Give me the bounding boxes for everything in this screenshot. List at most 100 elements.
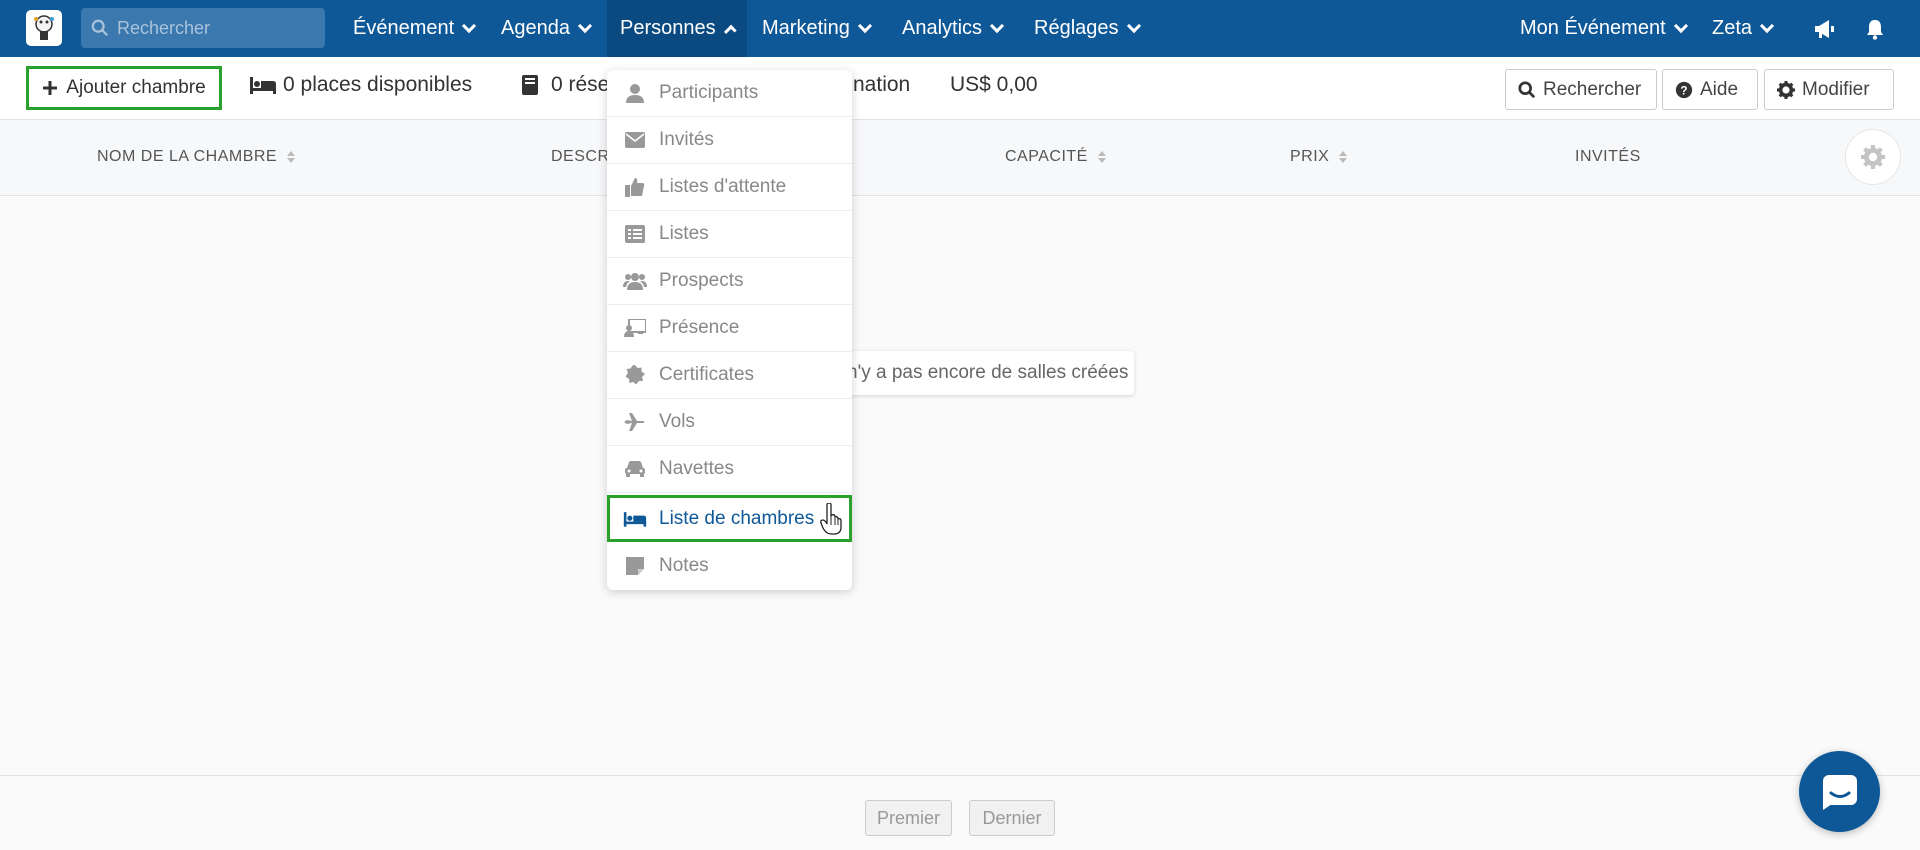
help-button-label: Aide xyxy=(1700,78,1739,100)
notifications-button[interactable] xyxy=(1852,0,1898,57)
chevron-down-icon xyxy=(577,18,593,34)
menu-item-listes-attente[interactable]: Listes d'attente xyxy=(607,164,852,211)
menu-item-label: Présence xyxy=(659,317,740,338)
chevron-down-icon xyxy=(857,18,872,34)
event-label: Mon Événement xyxy=(1520,17,1666,39)
megaphone-icon xyxy=(1815,19,1834,38)
menu-item-navettes[interactable]: Navettes xyxy=(607,446,852,493)
announcements-button[interactable] xyxy=(1800,0,1850,57)
app-logo[interactable] xyxy=(26,10,62,46)
menu-item-prospects[interactable]: Prospects xyxy=(607,258,852,305)
chat-launcher-button[interactable] xyxy=(1799,751,1880,832)
pagination-bar: Premier Dernier xyxy=(0,775,1920,850)
menu-item-label: Liste de chambres xyxy=(659,507,815,529)
column-description[interactable]: DESCRI xyxy=(551,148,614,166)
book-icon xyxy=(522,75,538,95)
sort-icon xyxy=(1097,150,1106,164)
column-price[interactable]: PRIX xyxy=(1290,148,1348,166)
column-label: INVITÉS xyxy=(1575,148,1641,165)
first-page-button[interactable]: Premier xyxy=(865,800,952,836)
menu-item-label: Navettes xyxy=(659,458,734,479)
user-menu[interactable]: Zeta xyxy=(1699,0,1785,57)
gear-icon xyxy=(1861,145,1885,169)
gear-icon xyxy=(1777,80,1795,99)
nav-marketing[interactable]: Marketing xyxy=(749,0,883,57)
menu-item-label: Listes d'attente xyxy=(659,176,787,197)
menu-item-invites[interactable]: Invités xyxy=(607,117,852,164)
bed-icon xyxy=(623,507,647,531)
add-room-button[interactable]: Ajouter chambre xyxy=(26,66,222,110)
column-label: DESCRI xyxy=(551,148,615,165)
search-button-label: Rechercher xyxy=(1543,78,1642,100)
menu-item-label: Invités xyxy=(659,129,714,150)
nav-evenement[interactable]: Événement xyxy=(340,0,487,57)
bell-icon xyxy=(1867,19,1883,40)
add-room-label: Ajouter chambre xyxy=(66,77,206,98)
help-icon: ? xyxy=(1675,81,1693,98)
places-stat: 0 places disponibles xyxy=(249,73,472,97)
edit-button[interactable]: Modifier xyxy=(1764,69,1894,110)
thumbs-up-icon xyxy=(623,175,647,199)
certificate-icon xyxy=(623,363,647,387)
search-icon xyxy=(1518,80,1536,98)
menu-item-liste-de-chambres[interactable]: Liste de chambres xyxy=(607,495,852,542)
nav-agenda[interactable]: Agenda xyxy=(488,0,603,57)
nav-label: Analytics xyxy=(902,17,983,39)
user-label: Zeta xyxy=(1712,17,1753,39)
column-guests[interactable]: INVITÉS xyxy=(1575,148,1641,166)
table-header: NOM DE LA CHAMBRE DESCRI CAPACITÉ PRIX I… xyxy=(0,120,1920,196)
menu-item-notes[interactable]: Notes xyxy=(607,542,852,589)
plane-icon xyxy=(623,410,647,434)
chat-icon xyxy=(1822,774,1857,810)
last-page-label: Dernier xyxy=(982,807,1042,828)
global-search[interactable] xyxy=(81,8,325,48)
chevron-down-icon xyxy=(989,18,1005,34)
nav-reglages[interactable]: Réglages xyxy=(1021,0,1152,57)
menu-item-vols[interactable]: Vols xyxy=(607,399,852,446)
confirmation-label: nation xyxy=(853,73,911,96)
menu-item-label: Certificates xyxy=(659,364,755,385)
column-capacity[interactable]: CAPACITÉ xyxy=(1005,148,1106,166)
search-button[interactable]: Rechercher xyxy=(1505,69,1657,110)
global-search-input[interactable] xyxy=(117,17,317,39)
nav-label: Événement xyxy=(353,17,455,39)
first-page-label: Premier xyxy=(876,807,940,828)
menu-item-participants[interactable]: Participants xyxy=(607,70,852,117)
column-label: CAPACITÉ xyxy=(1005,148,1088,165)
column-room-name[interactable]: NOM DE LA CHAMBRE xyxy=(97,148,296,166)
column-label: NOM DE LA CHAMBRE xyxy=(97,148,278,165)
event-selector[interactable]: Mon Événement xyxy=(1507,0,1699,57)
table-settings-button[interactable] xyxy=(1845,129,1901,185)
menu-item-certificates[interactable]: Certificates xyxy=(607,352,852,399)
last-page-button[interactable]: Dernier xyxy=(969,800,1055,836)
chevron-down-icon xyxy=(1673,18,1688,34)
reservations-label: 0 rése xyxy=(551,73,610,96)
help-button[interactable]: ? Aide xyxy=(1662,69,1758,110)
logo-icon xyxy=(34,15,54,40)
presence-icon xyxy=(623,316,647,340)
menu-item-label: Prospects xyxy=(659,270,744,291)
car-icon xyxy=(623,457,647,481)
chevron-down-icon xyxy=(1759,18,1775,34)
nav-label: Personnes xyxy=(620,17,716,39)
list-icon xyxy=(623,222,647,246)
search-icon xyxy=(91,19,108,36)
chevron-up-icon xyxy=(723,24,737,38)
user-icon xyxy=(623,81,647,105)
menu-item-label: Listes xyxy=(659,223,709,244)
sort-icon xyxy=(1339,150,1348,164)
column-label: PRIX xyxy=(1290,148,1330,165)
nav-analytics[interactable]: Analytics xyxy=(889,0,1015,57)
menu-item-label: Notes xyxy=(659,554,709,576)
menu-item-listes[interactable]: Listes xyxy=(607,211,852,258)
menu-item-presence[interactable]: Présence xyxy=(607,305,852,352)
nav-personnes[interactable]: Personnes xyxy=(607,0,747,57)
menu-item-label: Vols xyxy=(659,411,695,432)
confirmation-stat: nation xyxy=(853,73,910,97)
svg-text:?: ? xyxy=(1680,84,1687,97)
chevron-down-icon xyxy=(1126,18,1141,34)
envelope-icon xyxy=(623,128,647,152)
nav-label: Marketing xyxy=(762,17,850,39)
toolbar: Ajouter chambre 0 places disponibles 0 r… xyxy=(0,57,1920,120)
users-icon xyxy=(623,269,647,293)
